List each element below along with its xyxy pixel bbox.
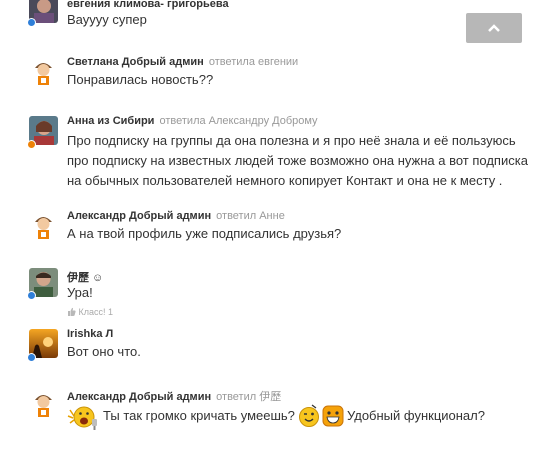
avatar[interactable] (29, 57, 58, 86)
comment-text: Удобный функционал? (347, 408, 485, 423)
like-label: Класс! 1 (78, 307, 114, 317)
author-name[interactable]: Светлана Добрый админ (67, 56, 204, 68)
winking-smiley-icon (298, 404, 320, 433)
comment-header: Александр Добрый админ ответил Анне (67, 210, 285, 222)
comment-text-line: на обычных пользователей немного копируе… (67, 173, 503, 188)
comment-text: Ты так громко кричать умеешь? (103, 408, 295, 423)
shouting-smiley-icon (67, 402, 101, 437)
chevron-up-icon (488, 24, 500, 32)
author-name[interactable]: Анна из Сибири (67, 115, 154, 127)
reply-to[interactable]: ответил 伊歷 (216, 391, 281, 403)
reply-to[interactable]: ответила Александру Доброму (160, 115, 318, 127)
like-counter[interactable]: Класс! 1 (67, 307, 113, 317)
online-indicator (27, 353, 36, 362)
comment-text: Ура! (67, 285, 93, 300)
comment-text: Вауууу супер (67, 12, 147, 27)
avatar[interactable] (29, 211, 58, 240)
comment-text: Понравилась новость?? (67, 72, 214, 87)
comment-text-line: про подписку на известных людей тоже воз… (67, 153, 528, 168)
thumb-up-icon (67, 307, 79, 317)
comment-header: Irishka Л (67, 328, 113, 340)
reply-to[interactable]: ответила евгении (209, 56, 298, 68)
comment-text-line: Про подписку на группы да она полезна и … (67, 133, 516, 148)
comment-text: Вот оно что. (67, 344, 141, 359)
comment-header: Светлана Добрый админ ответила евгении (67, 56, 298, 68)
online-indicator (27, 18, 36, 27)
author-name[interactable]: Александр Добрый админ (67, 210, 211, 222)
reply-to[interactable]: ответил Анне (216, 210, 285, 222)
author-name[interactable]: евгения климова- григорьева (67, 0, 229, 10)
author-name[interactable]: Irishka Л (67, 328, 113, 340)
comment-header: евгения климова- григорьева (67, 0, 229, 10)
avatar[interactable] (29, 389, 58, 418)
comment-header: Анна из Сибири ответила Александру Добро… (67, 115, 318, 127)
scroll-top-button[interactable] (466, 13, 522, 43)
comment-text: А на твой профиль уже подписались друзья… (67, 226, 342, 241)
online-indicator (27, 291, 36, 300)
grinning-smiley-icon (322, 405, 344, 432)
online-indicator (27, 140, 36, 149)
